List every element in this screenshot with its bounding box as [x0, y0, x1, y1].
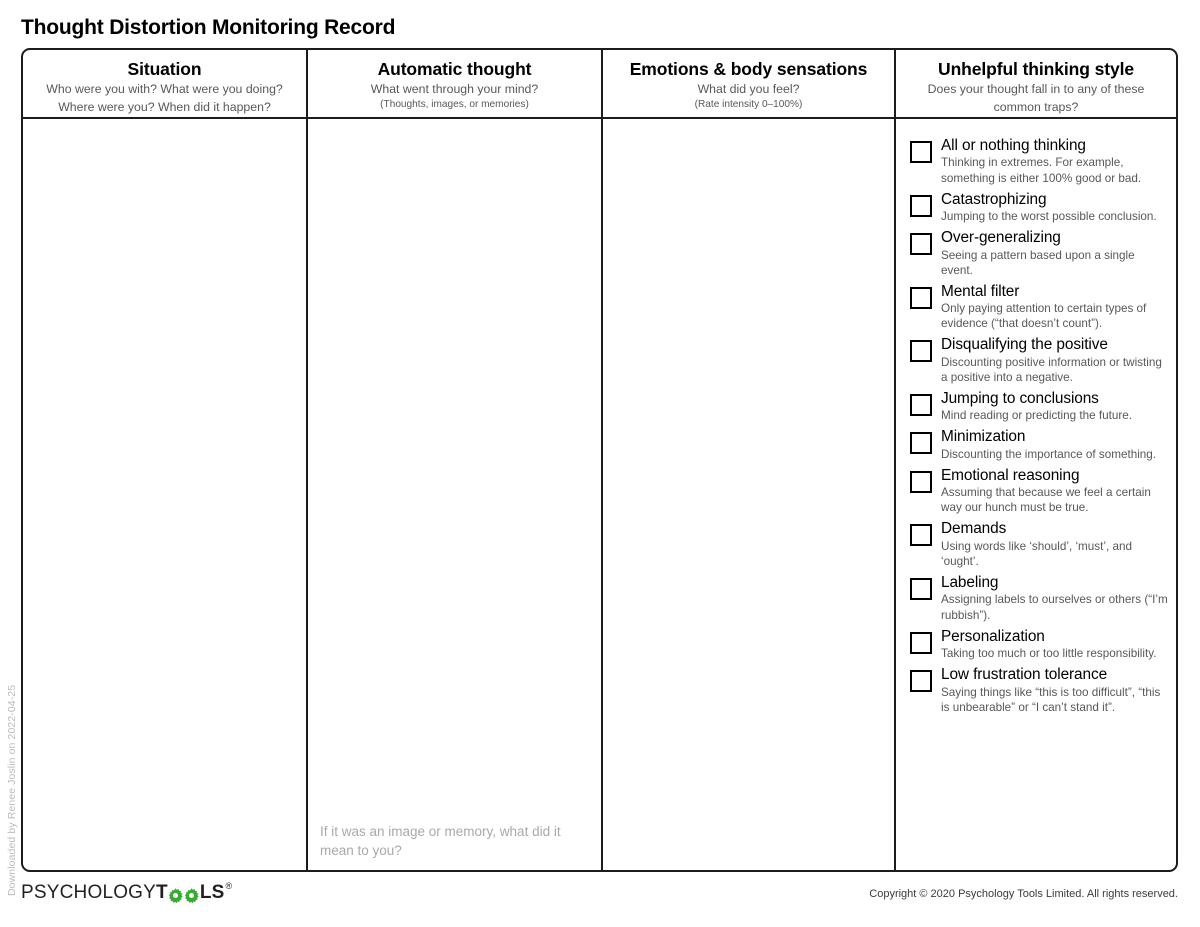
column-subtitle-situation-line2: Where were you? When did it happen? [58, 99, 271, 114]
column-header-automatic-thought: Automatic thought What went through your… [306, 50, 601, 117]
distortion-item[interactable]: Personalization Taking too much or too li… [910, 628, 1168, 662]
distortion-text: Jumping to conclusions Mind reading or pr… [941, 390, 1168, 424]
column-subtitle-unhelpful-line2: common traps? [993, 99, 1079, 114]
checkbox-labeling[interactable] [910, 578, 932, 601]
distortion-description: Thinking in extremes. For example, somet… [941, 156, 1142, 185]
distortion-label: Labeling [941, 574, 999, 592]
logo-text-ls: LS [199, 882, 225, 903]
record-table: Situation Who were you with? What were y… [21, 48, 1178, 872]
automatic-thought-hint: If it was an image or memory, what did i… [320, 824, 561, 858]
distortion-item[interactable]: Jumping to conclusions Mind reading or pr… [910, 390, 1168, 424]
distortion-text: Minimization Discounting the importance o… [941, 428, 1168, 462]
distortion-description: Assuming that because we feel a certain … [941, 486, 1151, 515]
checkbox-demands[interactable] [910, 524, 932, 547]
distortion-description: Seeing a pattern based upon a single eve… [941, 248, 1135, 277]
checkbox-catastrophizing[interactable] [910, 194, 932, 217]
column-title-automatic-thought: Automatic thought [377, 59, 532, 79]
column-subtitle-automatic-thought: What went through your mind? [370, 82, 539, 97]
distortion-text: Demands Using words like ‘should’, ‘must’… [941, 520, 1168, 569]
column-subtitle-unhelpful-line1: Does your thought fall in to any of thes… [927, 82, 1145, 97]
distortion-description: Assigning labels to ourselves or others … [941, 593, 1168, 622]
column-header-emotions: Emotions & body sensations What did you … [601, 50, 894, 117]
column-title-situation: Situation [127, 59, 202, 79]
distortion-label: Low frustration tolerance [941, 666, 1108, 684]
page-title: Thought Distortion Monitoring Record [21, 16, 396, 39]
gear-icon [184, 887, 200, 903]
distortion-item[interactable]: All or nothing thinking Thinking in extre… [910, 137, 1168, 186]
distortion-description: Discounting positive information or twis… [941, 355, 1162, 384]
distortion-item[interactable]: Demands Using words like ‘should’, ‘must’… [910, 520, 1168, 569]
distortion-label: Demands [941, 520, 1007, 538]
distortion-description: Using words like ‘should’, ‘must’, and ‘… [941, 539, 1132, 568]
page-footer: PSYCHOLOGY T LS ® Copyright © 2020 Psych… [0, 878, 1200, 918]
distortion-label: Mental filter [941, 282, 1020, 300]
column-header-unhelpful-thinking-style: Unhelpful thinking style Does your thoug… [894, 50, 1176, 117]
distortion-item[interactable]: Disqualifying the positive Discounting po… [910, 336, 1168, 385]
checkbox-minimization[interactable] [910, 432, 932, 455]
distortion-label: Personalization [941, 627, 1045, 645]
download-watermark: Downloaded by Renee Joslin on 2022-04-25 [6, 684, 18, 896]
distortion-description: Mind reading or predicting the future. [941, 409, 1133, 423]
distortion-item[interactable]: Catastrophizing Jumping to the worst poss… [910, 191, 1168, 225]
entry-area-situation[interactable] [23, 119, 306, 870]
column-header-situation: Situation Who were you with? What were y… [23, 50, 306, 117]
column-subtitle-situation-line1: Who were you with? What were you doing? [46, 82, 283, 97]
distortion-checklist: All or nothing thinking Thinking in extre… [896, 119, 1176, 870]
distortion-text: Disqualifying the positive Discounting po… [941, 336, 1168, 385]
checkbox-personalization[interactable] [910, 631, 932, 654]
distortion-description: Only paying attention to certain types o… [941, 302, 1147, 331]
gear-icon [168, 887, 184, 903]
column-note-emotions: (Rate intensity 0–100%) [694, 98, 803, 110]
distortion-text: Catastrophizing Jumping to the worst poss… [941, 191, 1168, 225]
psychology-tools-logo: PSYCHOLOGY T LS ® [21, 881, 233, 904]
distortion-label: All or nothing thinking [941, 137, 1086, 154]
distortion-description: Taking too much or too little responsibi… [941, 647, 1157, 661]
checkbox-jumping-to-conclusions[interactable] [910, 393, 932, 416]
column-subtitle-emotions: What did you feel? [697, 82, 800, 97]
column-title-emotions: Emotions & body sensations [629, 59, 868, 79]
distortion-item[interactable]: Emotional reasoning Assuming that because… [910, 467, 1168, 516]
logo-text-psychology: PSYCHOLOGY [21, 882, 157, 903]
distortion-description: Saying things like “this is too difficul… [941, 685, 1161, 714]
checkbox-disqualifying-the-positive[interactable] [910, 340, 932, 363]
logo-text-t: T [156, 882, 168, 903]
table-header-row: Situation Who were you with? What were y… [23, 50, 1176, 119]
entry-area-emotions[interactable] [601, 119, 894, 870]
distortion-text: Mental filter Only paying attention to ce… [941, 283, 1168, 332]
distortion-label: Over-generalizing [941, 229, 1061, 247]
distortion-text: Low frustration tolerance Saying things l… [941, 666, 1168, 715]
distortion-label: Jumping to conclusions [941, 389, 1099, 407]
distortion-description: Discounting the importance of something. [941, 447, 1157, 461]
checkbox-over-generalizing[interactable] [910, 233, 932, 256]
entry-area-unhelpful-thinking-style: All or nothing thinking Thinking in extre… [894, 119, 1176, 870]
distortion-text: Emotional reasoning Assuming that because… [941, 467, 1168, 516]
checkbox-mental-filter[interactable] [910, 286, 932, 309]
distortion-item[interactable]: Over-generalizing Seeing a pattern based … [910, 229, 1168, 278]
distortion-text: Over-generalizing Seeing a pattern based … [941, 229, 1168, 278]
column-title-unhelpful-thinking-style: Unhelpful thinking style [938, 59, 1134, 79]
distortion-text: All or nothing thinking Thinking in extre… [941, 137, 1168, 186]
distortion-text: Personalization Taking too much or too li… [941, 628, 1168, 662]
registered-trademark-icon: ® [225, 881, 233, 891]
checkbox-all-or-nothing-thinking[interactable] [910, 141, 932, 163]
distortion-label: Catastrophizing [941, 190, 1047, 208]
entry-area-automatic-thought[interactable]: If it was an image or memory, what did i… [306, 119, 601, 870]
checkbox-emotional-reasoning[interactable] [910, 470, 932, 493]
distortion-item[interactable]: Mental filter Only paying attention to ce… [910, 283, 1168, 332]
table-body-row: If it was an image or memory, what did i… [23, 119, 1176, 870]
distortion-description: Jumping to the worst possible conclusion… [941, 210, 1157, 223]
column-note-automatic-thought: (Thoughts, images, or memories) [380, 98, 529, 110]
distortion-label: Disqualifying the positive [941, 336, 1108, 354]
checkbox-low-frustration-tolerance[interactable] [910, 670, 932, 693]
distortion-item[interactable]: Low frustration tolerance Saying things l… [910, 666, 1168, 715]
distortion-item[interactable]: Minimization Discounting the importance o… [910, 428, 1168, 462]
distortion-label: Emotional reasoning [941, 466, 1080, 484]
distortion-item[interactable]: Labeling Assigning labels to ourselves or… [910, 574, 1168, 623]
worksheet-page: Thought Distortion Monitoring Record Dow… [0, 0, 1200, 927]
copyright-notice: Copyright © 2020 Psychology Tools Limite… [869, 888, 1178, 900]
distortion-label: Minimization [941, 428, 1026, 446]
distortion-text: Labeling Assigning labels to ourselves or… [941, 574, 1168, 623]
